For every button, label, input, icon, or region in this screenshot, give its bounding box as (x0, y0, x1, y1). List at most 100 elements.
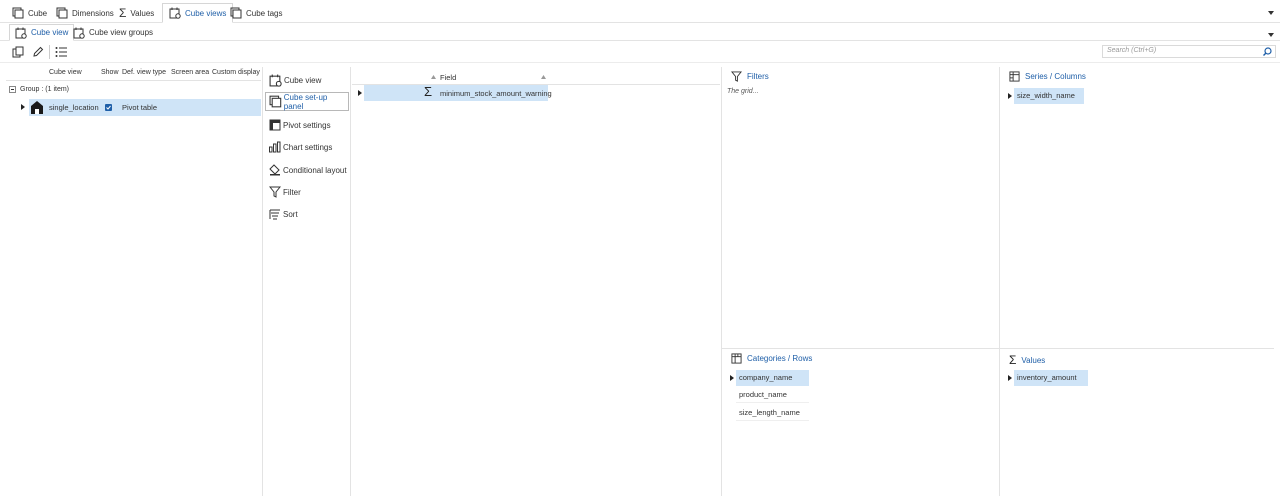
subtab-cube-view[interactable]: Cube view (9, 24, 75, 41)
cube-view-icon (15, 27, 27, 39)
tab-label: Cube tags (246, 8, 283, 18)
sort-ascending-icon (431, 75, 436, 79)
collapse-icon[interactable] (9, 86, 16, 93)
tab-values[interactable]: Σ Values (113, 3, 160, 23)
menu-sort[interactable]: Sort (269, 205, 298, 223)
column-header-screen-area[interactable]: Screen area (171, 69, 209, 76)
menu-label: Pivot settings (283, 120, 331, 130)
panel-title-label: Values (1021, 355, 1046, 365)
view-type-value: Pivot table (122, 103, 158, 112)
sigma-icon: Σ (424, 84, 433, 99)
divider-right (999, 67, 1000, 496)
cube-view-groups-icon (73, 27, 85, 39)
category-item-product[interactable]: product_name (736, 387, 809, 403)
chart-icon (269, 141, 281, 153)
setup-panel-icon (269, 95, 282, 108)
tab-label: Values (130, 8, 155, 18)
checkmark-icon (106, 105, 111, 110)
tab-cube-tags[interactable]: Cube tags (224, 3, 288, 23)
tab-label: Dimensions (72, 8, 114, 18)
sigma-icon: Σ (1009, 353, 1017, 367)
subtab-label: Cube view (31, 28, 69, 37)
tab-dimensions[interactable]: Dimensions (50, 3, 120, 23)
rows-icon (731, 353, 742, 364)
value-item[interactable]: inventory_amount (1014, 370, 1088, 386)
search-icon[interactable] (1263, 47, 1272, 56)
menu-label: Cube set-up panel (283, 92, 328, 111)
panel-title-label: Filters (747, 72, 769, 81)
edit-icon[interactable] (32, 46, 44, 58)
sub-bar-dropdown-icon[interactable] (1268, 33, 1274, 37)
group-label: Group : (1 item) (20, 86, 70, 93)
paint-bucket-icon (269, 164, 280, 176)
cube-view-icon (269, 74, 282, 87)
expand-value-icon[interactable] (1008, 375, 1012, 381)
cube-view-icon (169, 7, 181, 19)
toolbar-divider (49, 45, 50, 59)
tab-label: Cube (28, 8, 48, 18)
cube-view-name: single_location (49, 103, 99, 112)
toolbar: Search (Ctrl+G) (0, 41, 1280, 63)
column-header-view-type[interactable]: Def. view type (122, 69, 166, 76)
sigma-icon: Σ (119, 6, 127, 20)
sort-icon (269, 209, 280, 220)
list-icon[interactable] (55, 46, 68, 58)
tab-label: Cube views (185, 8, 227, 18)
tab-cube[interactable]: Cube (6, 3, 53, 23)
cube-icon (12, 7, 24, 19)
menu-cube-view[interactable]: Cube view (269, 71, 321, 89)
column-header-cube-view[interactable]: Cube view (49, 69, 82, 76)
menu-cube-setup-panel[interactable]: Cube set-up panel (265, 92, 349, 111)
menu-label: Sort (283, 209, 298, 219)
category-item-company[interactable]: company_name (736, 370, 809, 386)
field-column-header[interactable]: Field (440, 73, 456, 82)
filter-icon (731, 71, 742, 82)
search-placeholder: Search (Ctrl+G) (1107, 47, 1157, 54)
group-row[interactable]: Group : (1 item) (9, 86, 69, 93)
main-tab-bar: Cube Dimensions Σ Values Cube views Cube… (0, 0, 1280, 23)
series-item[interactable]: size_width_name (1014, 88, 1084, 104)
menu-chart-settings[interactable]: Chart settings (269, 138, 332, 156)
sub-tab-bar: Cube view Cube view groups (0, 23, 1280, 41)
menu-pivot-settings[interactable]: Pivot settings (269, 116, 331, 134)
copy-icon[interactable] (12, 46, 24, 58)
grid-header-divider (6, 80, 261, 81)
cube-tags-icon (230, 7, 242, 19)
column-filter-icon[interactable] (541, 75, 546, 79)
divider-middle (721, 67, 722, 496)
show-checkbox[interactable] (105, 104, 112, 111)
location-icon (31, 101, 43, 114)
menu-label: Cube view (284, 75, 322, 85)
filters-placeholder: The grid... (727, 88, 759, 95)
search-input[interactable]: Search (Ctrl+G) (1102, 45, 1276, 58)
field-name: minimum_stock_amount_warning (440, 89, 552, 98)
dimensions-icon (56, 7, 68, 19)
filter-icon (269, 186, 281, 198)
expand-row-icon[interactable] (21, 104, 25, 110)
menu-label: Filter (283, 187, 301, 197)
values-panel-title: Σ Values (1009, 353, 1045, 367)
divider-left (262, 67, 263, 496)
menu-label: Conditional layout (283, 165, 347, 175)
panel-title-label: Categories / Rows (747, 354, 813, 363)
column-header-show[interactable]: Show (101, 69, 119, 76)
categories-panel-title: Categories / Rows (731, 353, 812, 364)
menu-filter[interactable]: Filter (269, 183, 301, 201)
panel-title-label: Series / Columns (1025, 72, 1086, 81)
subtab-cube-view-groups[interactable]: Cube view groups (68, 24, 158, 41)
filters-panel-title: Filters (731, 71, 769, 82)
tab-bar-dropdown-icon[interactable] (1268, 11, 1274, 15)
category-item-size-length[interactable]: size_length_name (736, 405, 809, 421)
menu-conditional-layout[interactable]: Conditional layout (269, 161, 347, 179)
divider-menu (350, 67, 351, 496)
pivot-icon (269, 119, 281, 131)
expand-series-icon[interactable] (1008, 93, 1012, 99)
column-header-custom-display[interactable]: Custom display (212, 69, 260, 76)
divider-horizontal (722, 348, 1274, 349)
subtab-label: Cube view groups (89, 28, 154, 37)
expand-category-icon[interactable] (730, 375, 734, 381)
series-panel-title: Series / Columns (1009, 71, 1086, 82)
tab-cube-views[interactable]: Cube views (162, 3, 234, 23)
expand-field-icon[interactable] (358, 90, 362, 96)
columns-icon (1009, 71, 1020, 82)
